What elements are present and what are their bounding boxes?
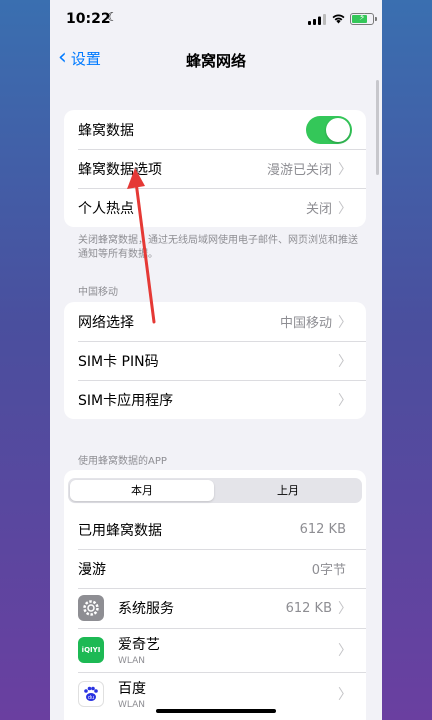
roaming-value: 0字节 bbox=[311, 563, 346, 578]
usage-list: 已用蜂窝数据 612 KB 漫游 0字节 系统服务 612 KB 〉 iQIYI… bbox=[64, 510, 366, 716]
status-bar: 10:22 ☾ ⚡ bbox=[50, 0, 382, 40]
carrier-section-header: 中国移动 bbox=[78, 287, 118, 298]
cellular-data-options-label: 蜂窝数据选项 bbox=[78, 161, 162, 178]
cellular-signal-icon bbox=[308, 14, 326, 25]
personal-hotspot-value: 关闭 bbox=[305, 202, 332, 217]
used-cellular-data-label: 已用蜂窝数据 bbox=[78, 522, 162, 539]
status-time: 10:22 bbox=[66, 11, 111, 27]
cellular-data-options-row[interactable]: 蜂窝数据选项 漫游已关闭 〉 bbox=[64, 149, 366, 188]
chevron-right-icon: 〉 bbox=[338, 200, 352, 217]
cellular-data-toggle[interactable] bbox=[306, 115, 352, 144]
network-selection-value: 中国移动 bbox=[279, 316, 332, 331]
chevron-right-icon: 〉 bbox=[338, 687, 352, 703]
system-services-value: 612 KB bbox=[285, 600, 332, 616]
iqiyi-subtitle: WLAN bbox=[118, 656, 146, 666]
used-cellular-data-value: 612 KB bbox=[299, 522, 346, 537]
segment-last-month[interactable]: 上月 bbox=[216, 480, 360, 501]
svg-text:du: du bbox=[88, 695, 94, 701]
cellular-data-options-value: 漫游已关闭 bbox=[266, 163, 332, 178]
chevron-right-icon: 〉 bbox=[338, 601, 352, 617]
cellular-data-row: 蜂窝数据 bbox=[64, 110, 366, 149]
scroll-indicator bbox=[376, 80, 379, 175]
iqiyi-row[interactable]: iQIYI 爱奇艺 WLAN 〉 bbox=[64, 628, 366, 672]
sim-applications-row[interactable]: SIM卡应用程序 〉 bbox=[64, 380, 366, 419]
system-services-row[interactable]: 系统服务 612 KB 〉 bbox=[64, 588, 366, 628]
carrier-group: 网络选择 中国移动 〉 SIM卡 PIN码 〉 SIM卡应用程序 〉 bbox=[64, 302, 366, 419]
navigation-bar: ‹ 设置 蜂窝网络 bbox=[50, 40, 382, 80]
chevron-right-icon: 〉 bbox=[338, 392, 352, 409]
system-services-label: 系统服务 bbox=[118, 601, 174, 617]
battery-icon: ⚡ bbox=[350, 13, 377, 25]
wifi-icon bbox=[332, 14, 345, 24]
sim-pin-row[interactable]: SIM卡 PIN码 〉 bbox=[64, 341, 366, 380]
moon-icon: ☾ bbox=[107, 10, 118, 24]
page-title: 蜂窝网络 bbox=[185, 52, 246, 70]
baidu-app-icon: du bbox=[78, 681, 104, 707]
period-segmented-control: 本月 上月 bbox=[68, 478, 362, 503]
chevron-right-icon: 〉 bbox=[338, 353, 352, 370]
network-selection-row[interactable]: 网络选择 中国移动 〉 bbox=[64, 302, 366, 341]
phone-screen: 10:22 ☾ ⚡ ‹ 设置 蜂窝网络 蜂窝数据 蜂窝数据选项 漫游已关闭 〉 … bbox=[50, 0, 382, 720]
roaming-row: 漫游 0字节 bbox=[64, 549, 366, 588]
chevron-right-icon: 〉 bbox=[338, 314, 352, 331]
iqiyi-name: 爱奇艺 bbox=[118, 637, 160, 653]
sim-pin-label: SIM卡 PIN码 bbox=[78, 353, 159, 370]
chevron-right-icon: 〉 bbox=[338, 161, 352, 178]
iqiyi-app-icon: iQIYI bbox=[78, 637, 104, 663]
roaming-label: 漫游 bbox=[78, 561, 106, 578]
cellular-footnote: 关闭蜂窝数据，通过无线局域网使用电子邮件、网页浏览和推送通知等所有数据。 bbox=[78, 235, 358, 260]
apps-section-header: 使用蜂窝数据的APP bbox=[78, 456, 167, 467]
used-cellular-data-row: 已用蜂窝数据 612 KB bbox=[64, 510, 366, 549]
home-indicator bbox=[156, 709, 276, 713]
chevron-right-icon: 〉 bbox=[338, 643, 352, 659]
cellular-group: 蜂窝数据 蜂窝数据选项 漫游已关闭 〉 个人热点 关闭 〉 bbox=[64, 110, 366, 227]
sim-applications-label: SIM卡应用程序 bbox=[78, 392, 174, 409]
cellular-data-label: 蜂窝数据 bbox=[78, 122, 134, 139]
segment-this-month[interactable]: 本月 bbox=[70, 480, 214, 501]
personal-hotspot-label: 个人热点 bbox=[78, 200, 134, 217]
personal-hotspot-row[interactable]: 个人热点 关闭 〉 bbox=[64, 188, 366, 227]
baidu-name: 百度 bbox=[118, 681, 146, 697]
network-selection-label: 网络选择 bbox=[78, 314, 134, 331]
gear-icon bbox=[78, 595, 104, 621]
